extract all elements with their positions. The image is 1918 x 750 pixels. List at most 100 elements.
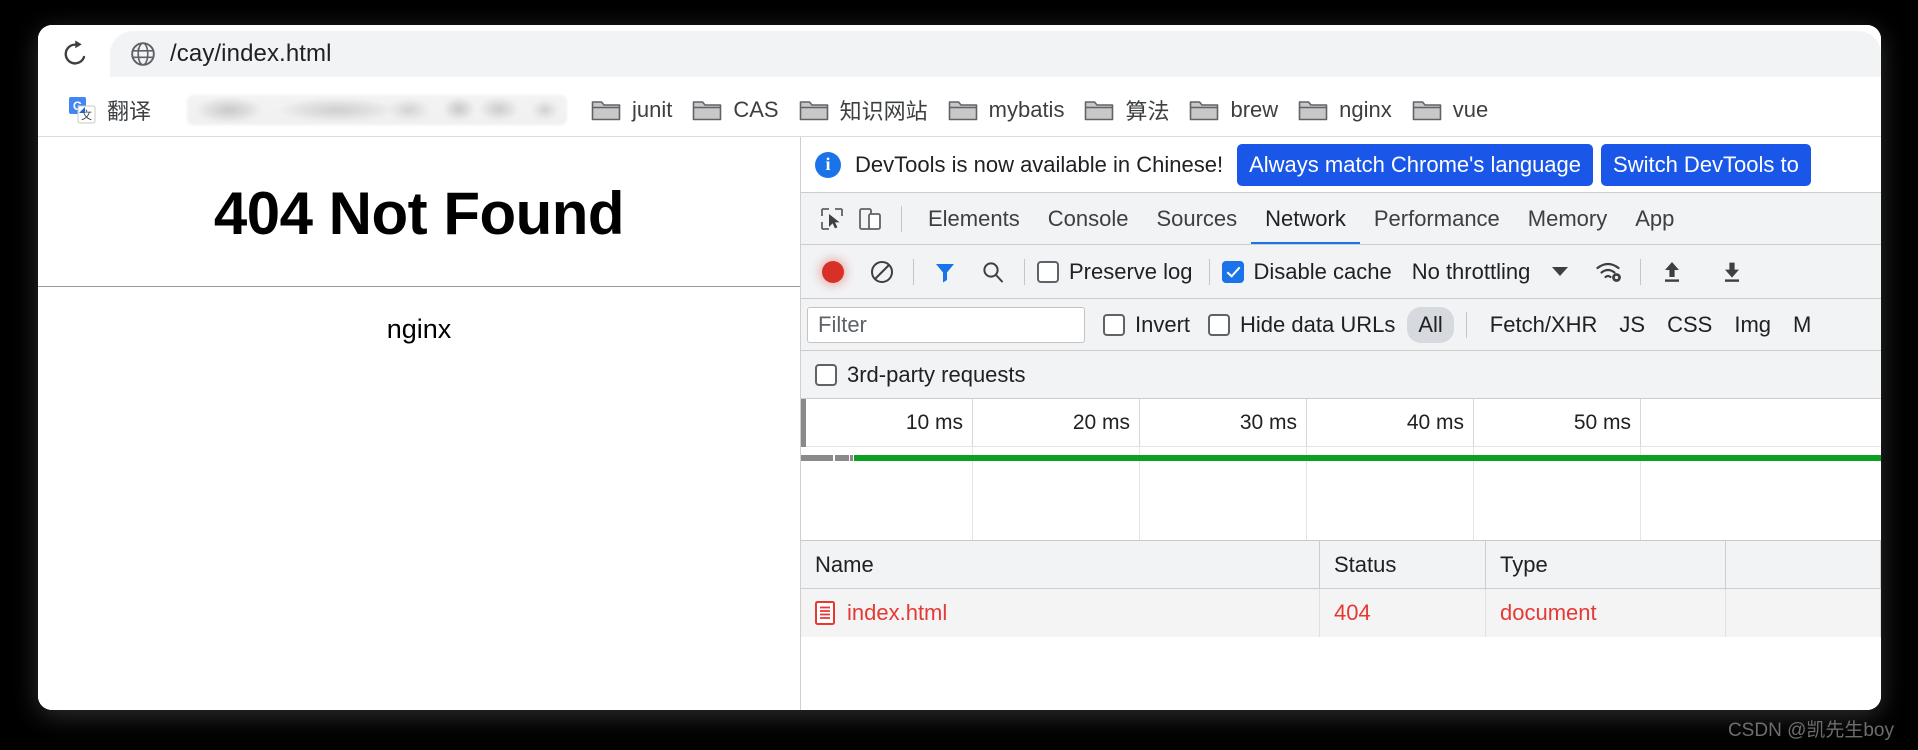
tick-label: 30 ms: [1239, 411, 1297, 434]
hide-data-urls-checkbox[interactable]: Hide data URLs: [1208, 312, 1395, 338]
third-party-requests-checkbox[interactable]: 3rd-party requests: [815, 362, 1026, 388]
toolbar-divider: [1208, 258, 1210, 285]
bookmark-translate[interactable]: G 文 翻译: [58, 90, 161, 130]
folder-icon: [1298, 100, 1328, 120]
bookmarks-bar: G 文 翻译 junit CAS 知识网站 mybatis 算法 brew ng…: [38, 83, 1881, 137]
bookmark-folder-mybatis[interactable]: mybatis: [938, 90, 1075, 130]
folder-icon: [1085, 100, 1114, 120]
bookmark-folder-junit[interactable]: junit: [581, 90, 682, 130]
table-row[interactable]: index.html 404 document: [801, 589, 1881, 637]
hide-data-urls-label: Hide data URLs: [1240, 311, 1396, 337]
column-header-name[interactable]: Name: [801, 541, 1320, 589]
horizontal-rule: [38, 286, 800, 287]
switch-devtools-language-button[interactable]: Switch DevTools to: [1601, 143, 1811, 186]
table-header: Name Status Type: [801, 541, 1881, 589]
address-bar-url: /cay/index.html: [170, 40, 332, 67]
toolbar-divider: [1465, 311, 1467, 338]
column-header-rest: [1726, 541, 1881, 589]
column-header-status[interactable]: Status: [1320, 541, 1486, 589]
checkbox-box: [1103, 313, 1125, 336]
search-icon[interactable]: [974, 253, 1012, 291]
toolbar-divider: [1640, 258, 1642, 285]
devtools-panel: i DevTools is now available in Chinese! …: [801, 137, 1881, 710]
bookmark-folder-knowledge[interactable]: 知识网站: [789, 90, 938, 130]
overview-left-handle[interactable]: [801, 399, 806, 447]
tab-memory[interactable]: Memory: [1514, 193, 1621, 244]
tab-performance[interactable]: Performance: [1360, 193, 1514, 244]
tab-elements[interactable]: Elements: [914, 193, 1034, 244]
always-match-language-button[interactable]: Always match Chrome's language: [1237, 143, 1594, 186]
disable-cache-checkbox[interactable]: Disable cache: [1221, 258, 1392, 285]
web-page-viewport: 404 Not Found nginx: [38, 137, 801, 710]
wifi-settings-icon[interactable]: [1590, 253, 1628, 291]
toolbar-divider: [1024, 258, 1025, 285]
network-filter-row: Invert Hide data URLs All Fetch/XHR JS C…: [801, 299, 1881, 351]
reload-button[interactable]: [54, 33, 96, 75]
document-icon: [815, 601, 835, 625]
banner-message: DevTools is now available in Chinese!: [855, 151, 1224, 177]
bookmark-folder-vue[interactable]: vue: [1402, 90, 1498, 130]
tab-console[interactable]: Console: [1034, 193, 1143, 244]
globe-icon: [131, 42, 155, 66]
google-translate-icon: G 文: [68, 96, 96, 124]
filter-funnel-icon[interactable]: [926, 253, 964, 291]
cell-name[interactable]: index.html: [801, 589, 1320, 637]
disable-cache-label: Disable cache: [1253, 258, 1392, 284]
type-filter-img[interactable]: Img: [1723, 307, 1782, 343]
tab-network[interactable]: Network: [1251, 193, 1360, 244]
browser-window: /cay/index.html G 文 翻译 junit CAS 知识网站 my…: [38, 25, 1881, 710]
invert-checkbox[interactable]: Invert: [1103, 312, 1190, 338]
column-header-type[interactable]: Type: [1486, 541, 1726, 589]
bookmark-label: 翻译: [107, 98, 152, 124]
device-toolbar-icon[interactable]: [851, 200, 889, 238]
clear-icon[interactable]: [863, 253, 901, 291]
toolbar-divider: [901, 205, 902, 232]
third-party-requests-label: 3rd-party requests: [847, 361, 1026, 387]
bookmark-folder-brew[interactable]: brew: [1179, 90, 1288, 130]
tab-application[interactable]: App: [1621, 193, 1688, 244]
type-filter-css[interactable]: CSS: [1656, 307, 1723, 343]
bookmark-label: nginx: [1339, 96, 1392, 122]
bookmark-label: mybatis: [988, 96, 1065, 122]
preserve-log-label: Preserve log: [1069, 258, 1193, 284]
bookmark-folder-cas[interactable]: CAS: [682, 90, 788, 130]
export-har-icon[interactable]: [1713, 253, 1751, 291]
record-icon[interactable]: [815, 254, 851, 290]
timeline-tick: 10 ms: [801, 399, 973, 446]
network-requests-table: Name Status Type index.html 404 document: [801, 541, 1881, 710]
bookmark-label: brew: [1230, 96, 1279, 122]
toolbar-divider: [913, 258, 914, 285]
devtools-language-banner: i DevTools is now available in Chinese! …: [801, 137, 1881, 193]
type-filter-js[interactable]: JS: [1608, 307, 1656, 343]
chevron-down-icon[interactable]: [1552, 267, 1569, 276]
checkbox-box: [1208, 313, 1231, 336]
inspect-cursor-icon[interactable]: [813, 200, 851, 238]
bookmark-folder-algorithms[interactable]: 算法: [1074, 90, 1179, 130]
bookmark-label: CAS: [733, 96, 779, 122]
blurred-bookmarks-region[interactable]: [187, 94, 568, 125]
timeline-tick: 50 ms: [1474, 399, 1641, 446]
tab-sources[interactable]: Sources: [1142, 193, 1251, 244]
bookmark-label: junit: [632, 96, 673, 122]
tick-label: 10 ms: [905, 411, 963, 434]
type-filter-all[interactable]: All: [1407, 306, 1454, 343]
filter-input[interactable]: [807, 306, 1085, 343]
timeline-tick: 30 ms: [1140, 399, 1307, 446]
tick-label: 50 ms: [1573, 411, 1631, 434]
address-bar[interactable]: /cay/index.html: [110, 31, 1881, 77]
network-controls-toolbar: Preserve log Disable cache No throttling: [801, 245, 1881, 299]
import-har-icon[interactable]: [1653, 253, 1691, 291]
timeline-tick: 20 ms: [973, 399, 1140, 446]
type-filter-fetch-xhr[interactable]: Fetch/XHR: [1479, 307, 1609, 343]
tick-label: 20 ms: [1072, 411, 1130, 434]
preserve-log-checkbox[interactable]: Preserve log: [1037, 259, 1193, 285]
devtools-tab-strip: Elements Console Sources Network Perform…: [801, 193, 1881, 245]
network-overview[interactable]: 10 ms 20 ms 30 ms 40 ms 50 ms: [801, 399, 1881, 541]
bookmark-label: 知识网站: [839, 98, 928, 124]
browser-toolbar: /cay/index.html: [38, 25, 1881, 83]
throttling-selector-value[interactable]: No throttling: [1412, 259, 1531, 285]
type-filter-media[interactable]: M: [1782, 307, 1822, 343]
info-icon: i: [815, 151, 841, 178]
bookmark-folder-nginx[interactable]: nginx: [1288, 90, 1402, 130]
server-signature: nginx: [386, 314, 452, 344]
